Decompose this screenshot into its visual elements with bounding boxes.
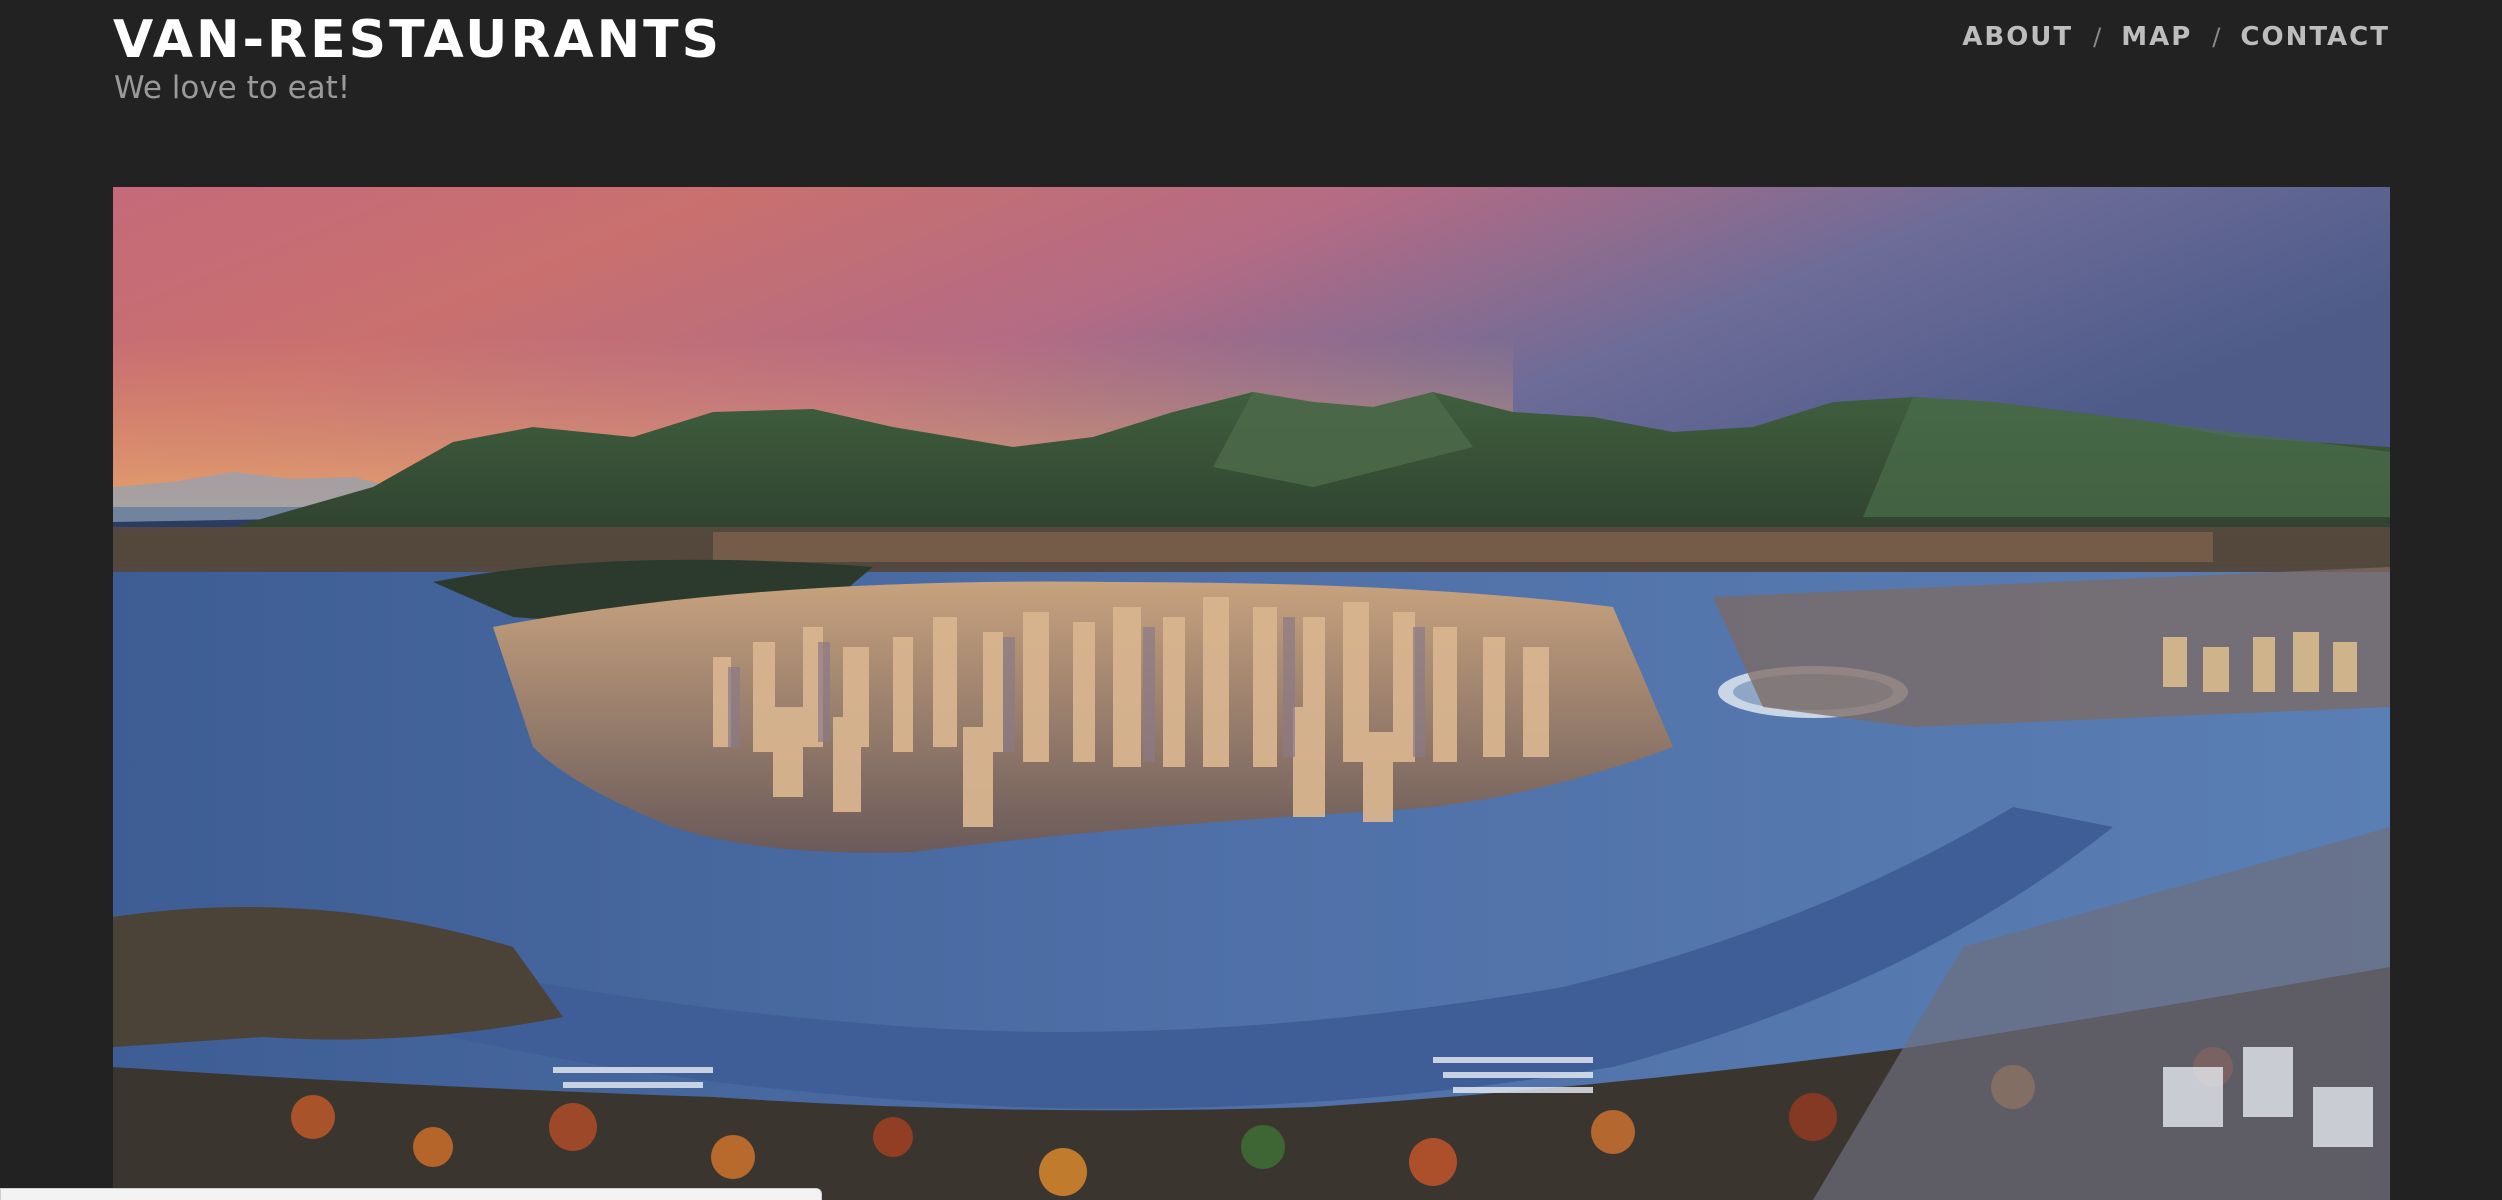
site-tagline: We love to eat!: [114, 70, 351, 106]
nav-link-map[interactable]: MAP: [2121, 22, 2192, 52]
nav-link-contact[interactable]: CONTACT: [2240, 22, 2390, 52]
main-nav: ABOUT / MAP / CONTACT: [1962, 22, 2390, 52]
nav-link-about[interactable]: ABOUT: [1962, 22, 2073, 52]
nav-separator: /: [2212, 23, 2221, 51]
browser-status-strip: [0, 1188, 822, 1200]
vancouver-skyline-photo: [113, 187, 2390, 1200]
nav-separator: /: [2093, 23, 2102, 51]
hero-image: [113, 187, 2390, 1200]
site-title[interactable]: VAN-RESTAURANTS: [113, 8, 722, 72]
page: VAN-RESTAURANTS We love to eat! ABOUT / …: [0, 0, 2502, 1200]
